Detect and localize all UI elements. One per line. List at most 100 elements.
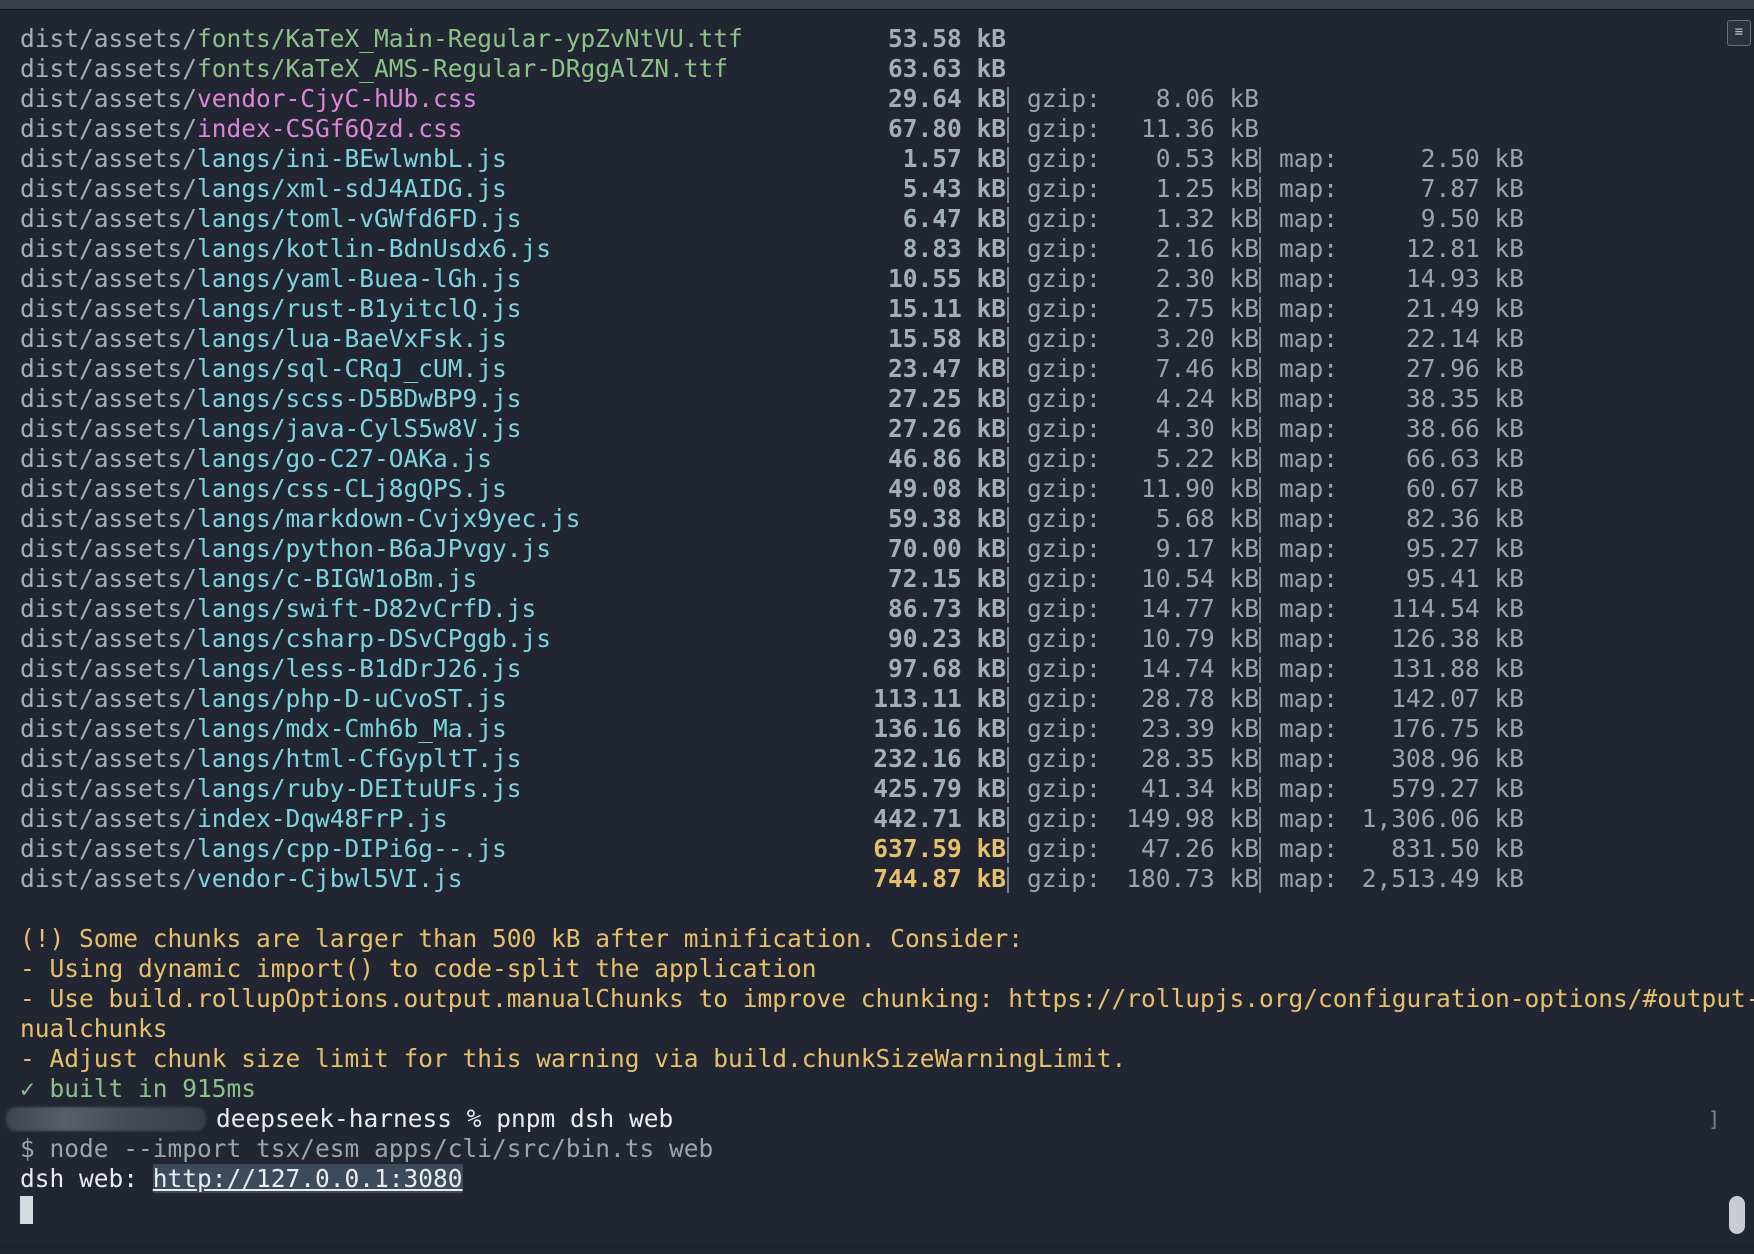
file-dir: dist/assets/ <box>20 324 198 353</box>
scroll-menu-icon[interactable]: ≡ <box>1727 20 1751 46</box>
gzip-label: gzip: <box>1027 204 1101 233</box>
file-dir: dist/assets/ <box>20 474 198 503</box>
input-line[interactable] <box>20 1194 1710 1224</box>
map-size: 126.38 kB <box>1391 624 1524 653</box>
file-name: langs/go-C27-OAKa.js <box>197 444 493 473</box>
build-file-row: dist/assets/index-Dqw48FrP.js 442.71 kB gz… <box>20 804 1710 834</box>
checkmark-icon: ✓ <box>20 1074 35 1103</box>
column-separator <box>1259 447 1261 473</box>
file-path: dist/assets/langs/toml-vGWfd6FD.js <box>20 204 522 234</box>
file-name: vendor-Cjbwl5VI.js <box>197 864 463 893</box>
column-separator <box>1259 177 1261 203</box>
file-path: dist/assets/langs/markdown-Cvjx9yec.js <box>20 504 581 534</box>
build-status-line: ✓ built in 915ms <box>20 1074 1710 1104</box>
column-separator <box>1259 297 1261 323</box>
map-size: 14.93 kB <box>1405 264 1524 293</box>
file-size: 15.11 kB <box>887 294 1006 323</box>
file-dir: dist/assets/ <box>20 444 198 473</box>
column-separator <box>1007 447 1009 473</box>
gzip-size: 47.26 kB <box>1140 834 1259 863</box>
build-file-row: dist/assets/langs/html-CfGypltT.js 232.16… <box>20 744 1710 774</box>
build-file-row: dist/assets/vendor-Cjbwl5VI.js 744.87 kB g… <box>20 864 1710 894</box>
file-path: dist/assets/fonts/KaTeX_Main-Regular-ypZ… <box>20 24 743 54</box>
map-label: map: <box>1279 474 1339 503</box>
terminal-output[interactable]: dist/assets/fonts/KaTeX_Main-Regular-ypZ… <box>6 24 1754 1224</box>
build-file-row: dist/assets/langs/xml-sdJ4AIDG.js 5.43 kB… <box>20 174 1710 204</box>
gzip-size: 2.16 kB <box>1155 234 1259 263</box>
build-file-row: dist/assets/index-CSGf6Qzd.css 67.80 kB gz… <box>20 114 1710 144</box>
column-separator <box>1259 267 1261 293</box>
file-name: langs/css-CLj8gQPS.js <box>197 474 507 503</box>
map-size: 2.50 kB <box>1420 144 1524 173</box>
map-size: 2,513.49 kB <box>1361 864 1524 893</box>
file-dir: dist/assets/ <box>20 684 198 713</box>
map-label: map: <box>1279 384 1339 413</box>
scrollbar-thumb[interactable] <box>1729 1196 1745 1234</box>
file-path: dist/assets/langs/java-CylS5w8V.js <box>20 414 522 444</box>
column-separator <box>1259 627 1261 653</box>
file-dir: dist/assets/ <box>20 264 198 293</box>
map-size: 38.35 kB <box>1405 384 1524 413</box>
file-size: 6.47 kB <box>902 204 1006 233</box>
scrollbar[interactable]: ≡ <box>1727 20 1751 1236</box>
file-name: langs/scss-D5BDwBP9.js <box>197 384 522 413</box>
column-separator <box>1259 477 1261 503</box>
map-size: 1,306.06 kB <box>1361 804 1524 833</box>
file-dir: dist/assets/ <box>20 174 198 203</box>
build-file-row: dist/assets/langs/css-CLj8gQPS.js 49.08 k… <box>20 474 1710 504</box>
map-size: 7.87 kB <box>1420 174 1524 203</box>
prompt-command: deepseek-harness % pnpm dsh web <box>216 1104 674 1133</box>
gzip-size: 11.36 kB <box>1140 114 1259 143</box>
column-separator <box>1007 597 1009 623</box>
gzip-size: 7.46 kB <box>1155 354 1259 383</box>
gzip-label: gzip: <box>1027 594 1101 623</box>
file-dir: dist/assets/ <box>20 384 198 413</box>
file-path: dist/assets/langs/yaml-Buea-lGh.js <box>20 264 522 294</box>
file-name: langs/csharp-DSvCPggb.js <box>197 624 552 653</box>
file-path: dist/assets/langs/scss-D5BDwBP9.js <box>20 384 522 414</box>
file-size: 90.23 kB <box>887 624 1006 653</box>
terminal-window[interactable]: dist/assets/fonts/KaTeX_Main-Regular-ypZ… <box>0 0 1754 1244</box>
file-dir: dist/assets/ <box>20 804 198 833</box>
warning-line: - Adjust chunk size limit for this warni… <box>20 1044 1127 1073</box>
file-dir: dist/assets/ <box>20 24 198 53</box>
build-file-row: dist/assets/langs/toml-vGWfd6FD.js 6.47 k… <box>20 204 1710 234</box>
column-separator <box>1259 777 1261 803</box>
gzip-label: gzip: <box>1027 624 1101 653</box>
gzip-size: 1.32 kB <box>1155 204 1259 233</box>
map-label: map: <box>1279 684 1339 713</box>
map-label: map: <box>1279 264 1339 293</box>
column-separator <box>1259 387 1261 413</box>
gzip-label: gzip: <box>1027 324 1101 353</box>
gzip-size: 2.75 kB <box>1155 294 1259 323</box>
map-label: map: <box>1279 504 1339 533</box>
map-label: map: <box>1279 834 1339 863</box>
map-size: 176.75 kB <box>1391 714 1524 743</box>
file-name: fonts/KaTeX_Main-Regular-ypZvNtVU.ttf <box>197 24 743 53</box>
column-separator <box>1007 867 1009 893</box>
prompt-mark: ] <box>1707 1107 1720 1131</box>
file-name: langs/less-B1dDrJ26.js <box>197 654 522 683</box>
gzip-size: 149.98 kB <box>1126 804 1259 833</box>
map-size: 114.54 kB <box>1391 594 1524 623</box>
file-dir: dist/assets/ <box>20 864 198 893</box>
file-size: 59.38 kB <box>887 504 1006 533</box>
file-size: 63.63 kB <box>887 54 1006 83</box>
server-url-link[interactable]: http://127.0.0.1:3080 <box>152 1164 463 1193</box>
column-separator <box>1007 837 1009 863</box>
gzip-label: gzip: <box>1027 264 1101 293</box>
file-path: dist/assets/vendor-CjyC-hUb.css <box>20 84 477 114</box>
build-file-row: dist/assets/langs/go-C27-OAKa.js 46.86 kB… <box>20 444 1710 474</box>
map-label: map: <box>1279 564 1339 593</box>
file-size: 27.25 kB <box>887 384 1006 413</box>
column-separator <box>1007 387 1009 413</box>
gzip-label: gzip: <box>1027 294 1101 323</box>
redacted-hostname <box>6 1107 206 1131</box>
file-path: dist/assets/langs/php-D-uCvoST.js <box>20 684 507 714</box>
column-separator <box>1007 627 1009 653</box>
column-separator <box>1259 567 1261 593</box>
file-dir: dist/assets/ <box>20 234 198 263</box>
map-size: 95.41 kB <box>1405 564 1524 593</box>
map-size: 21.49 kB <box>1405 294 1524 323</box>
file-name: fonts/KaTeX_AMS-Regular-DRggAlZN.ttf <box>197 54 729 83</box>
